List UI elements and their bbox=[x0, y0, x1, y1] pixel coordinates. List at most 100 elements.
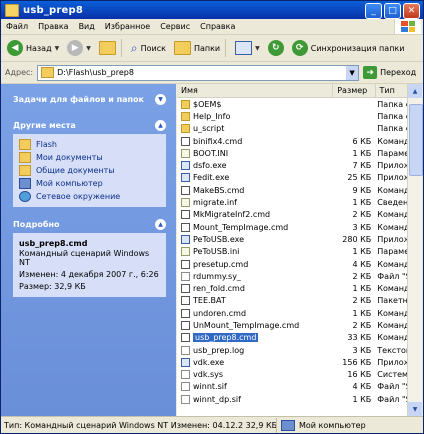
file-name-cell[interactable]: dsfo.exe bbox=[177, 161, 334, 171]
close-button[interactable]: ✕ bbox=[403, 3, 420, 19]
file-name-cell[interactable]: PeToUSB.exe bbox=[177, 234, 334, 244]
file-row[interactable]: rdummy.sy_ 2 КБ Файл "SY bbox=[177, 270, 409, 282]
file-row[interactable]: dsfo.exe 7 КБ Приложени bbox=[177, 159, 409, 171]
other-places-header[interactable]: Другие места ▲ bbox=[13, 117, 166, 134]
file-name-cell[interactable]: MkMigrateInf2.cmd bbox=[177, 210, 334, 220]
file-row[interactable]: TEE.BAT 2 КБ Пакетный ф bbox=[177, 295, 409, 307]
search-button[interactable]: ⌕ Поиск bbox=[129, 37, 168, 59]
file-row[interactable]: Fedit.exe 25 КБ Приложени bbox=[177, 172, 409, 184]
file-name-cell[interactable]: Mount_TempImage.cmd bbox=[177, 222, 334, 232]
file-row[interactable]: migrate.inf 1 КБ Сведения д bbox=[177, 196, 409, 208]
expand-chevron-icon[interactable]: ▼ bbox=[155, 94, 166, 105]
file-row[interactable]: Mount_TempImage.cmd 3 КБ Командный bbox=[177, 221, 409, 233]
file-row[interactable]: usb_prep8.cmd 33 КБ Командный bbox=[177, 332, 409, 344]
file-row[interactable]: PeToUSB.exe 280 КБ Приложени bbox=[177, 233, 409, 245]
place-my-computer[interactable]: Мой компьютер bbox=[19, 177, 160, 190]
chevron-down-icon[interactable]: ▼ bbox=[346, 65, 359, 80]
file-row[interactable]: MkMigrateInf2.cmd 2 КБ Командный bbox=[177, 209, 409, 221]
file-row[interactable]: u_script Папка с файл bbox=[177, 123, 409, 135]
file-type: Параметры bbox=[377, 148, 409, 158]
file-row[interactable]: binifix4.cmd 6 КБ Командный с bbox=[177, 135, 409, 147]
details-header[interactable]: Подробно ▲ bbox=[13, 216, 166, 233]
place-network[interactable]: Сетевое окружение bbox=[19, 190, 160, 203]
file-name-cell[interactable]: vdk.sys bbox=[177, 370, 334, 380]
file-name-cell[interactable]: Fedit.exe bbox=[177, 173, 334, 183]
file-name-cell[interactable]: usb_prep8.cmd bbox=[177, 333, 334, 343]
file-name-cell[interactable]: BOOT.INI bbox=[177, 148, 334, 158]
address-input[interactable]: D:\Flash\usb_prep8 ▼ bbox=[37, 64, 360, 81]
file-name-cell[interactable]: undoren.cmd bbox=[177, 308, 334, 318]
file-name-cell[interactable]: migrate.inf bbox=[177, 198, 334, 208]
scroll-up-icon[interactable]: ▲ bbox=[408, 84, 422, 98]
file-size: 25 КБ bbox=[347, 173, 372, 183]
file-row[interactable]: Help_Info Папка с файл bbox=[177, 110, 409, 122]
go-button[interactable]: ➜ Переход bbox=[363, 66, 416, 79]
cmd-file-icon bbox=[181, 320, 190, 330]
file-row[interactable]: $OEM$ Папка с файл bbox=[177, 98, 409, 110]
file-name-cell[interactable]: winnt.sif bbox=[177, 382, 334, 392]
title-bar[interactable]: usb_prep8 _ □ ✕ bbox=[1, 1, 423, 19]
file-name-cell[interactable]: UnMount_TempImage.cmd bbox=[177, 320, 334, 330]
sync-folder-button[interactable]: ⟳ Синхронизация папки bbox=[290, 37, 407, 59]
menu-file[interactable]: Файл bbox=[1, 22, 33, 31]
chevron-down-icon[interactable]: ▼ bbox=[255, 45, 260, 52]
file-name: vdk.sys bbox=[193, 370, 224, 380]
forward-button[interactable]: ▶ ▼ bbox=[65, 37, 93, 59]
place-flash[interactable]: Flash bbox=[19, 138, 160, 151]
file-name-cell[interactable]: PeToUSB.ini bbox=[177, 247, 334, 257]
file-tasks-header[interactable]: Задачи для файлов и папок ▼ bbox=[13, 91, 166, 108]
file-row[interactable]: MakeBS.cmd 9 КБ Командный bbox=[177, 184, 409, 196]
file-name: PeToUSB.exe bbox=[193, 234, 245, 244]
menu-help[interactable]: Справка bbox=[195, 22, 240, 31]
refresh-button[interactable]: ↻ bbox=[266, 37, 286, 59]
file-row[interactable]: usb_prep.log 3 КБ Текстовый bbox=[177, 344, 409, 356]
minimize-button[interactable]: _ bbox=[365, 3, 382, 19]
file-row[interactable]: UnMount_TempImage.cmd 2 КБ Командный bbox=[177, 319, 409, 331]
chevron-down-icon[interactable]: ▼ bbox=[86, 45, 91, 52]
folders-button[interactable]: Папки bbox=[172, 37, 222, 59]
file-name-cell[interactable]: vdk.exe bbox=[177, 357, 334, 367]
file-name-cell[interactable]: u_script bbox=[177, 124, 334, 134]
file-row[interactable]: vdk.exe 156 КБ Приложени bbox=[177, 356, 409, 368]
menu-view[interactable]: Вид bbox=[74, 22, 100, 31]
scroll-down-icon[interactable]: ▼ bbox=[408, 402, 422, 416]
file-name-cell[interactable]: usb_prep.log bbox=[177, 345, 334, 355]
file-name-cell[interactable]: binifix4.cmd bbox=[177, 136, 334, 146]
file-name-cell[interactable]: $OEM$ bbox=[177, 99, 334, 109]
collapse-chevron-icon[interactable]: ▲ bbox=[155, 219, 166, 230]
file-row[interactable]: presetup.cmd 4 КБ Командный bbox=[177, 258, 409, 270]
column-size[interactable]: Размер bbox=[333, 84, 376, 97]
file-name-cell[interactable]: TEE.BAT bbox=[177, 296, 334, 306]
file-type: Приложени bbox=[377, 234, 409, 244]
file-name-cell[interactable]: presetup.cmd bbox=[177, 259, 334, 269]
menu-favorites[interactable]: Избранное bbox=[100, 22, 155, 31]
file-name-cell[interactable]: MakeBS.cmd bbox=[177, 185, 334, 195]
file-row[interactable]: PeToUSB.ini 1 КБ Параметры bbox=[177, 246, 409, 258]
scroll-thumb[interactable] bbox=[409, 104, 423, 176]
menu-edit[interactable]: Правка bbox=[33, 22, 73, 31]
file-name-cell[interactable]: winnt_dp.sif bbox=[177, 394, 334, 404]
file-row[interactable]: vdk.sys 16 КБ Системный bbox=[177, 369, 409, 381]
maximize-button[interactable]: □ bbox=[384, 3, 401, 19]
file-size: 1 КБ bbox=[352, 284, 372, 294]
file-name-cell[interactable]: rdummy.sy_ bbox=[177, 271, 334, 281]
column-type[interactable]: Тип bbox=[376, 84, 409, 97]
back-button[interactable]: ◀ Назад ▼ bbox=[5, 37, 61, 59]
menu-tools[interactable]: Сервис bbox=[155, 22, 195, 31]
file-name-cell[interactable]: Help_Info bbox=[177, 111, 334, 121]
file-row[interactable]: winnt.sif 4 КБ Файл "SIF" bbox=[177, 381, 409, 393]
file-name-cell[interactable]: ren_fold.cmd bbox=[177, 284, 334, 294]
collapse-chevron-icon[interactable]: ▲ bbox=[155, 120, 166, 131]
shared-folder-icon bbox=[19, 165, 31, 176]
vertical-scrollbar[interactable]: ▲ ▼ bbox=[407, 84, 423, 416]
file-row[interactable]: undoren.cmd 1 КБ Командный bbox=[177, 307, 409, 319]
file-row[interactable]: winnt_dp.sif 1 КБ Файл "SIF" bbox=[177, 393, 409, 405]
file-row[interactable]: ren_fold.cmd 1 КБ Командный bbox=[177, 282, 409, 294]
file-row[interactable]: BOOT.INI 1 КБ Параметры bbox=[177, 147, 409, 159]
place-shared-documents[interactable]: Общие документы bbox=[19, 164, 160, 177]
chevron-down-icon[interactable]: ▼ bbox=[55, 45, 60, 52]
place-my-documents[interactable]: Мои документы bbox=[19, 151, 160, 164]
views-button[interactable]: ▼ bbox=[233, 37, 262, 59]
column-name[interactable]: Имя bbox=[177, 84, 334, 97]
up-folder-button[interactable] bbox=[97, 37, 118, 59]
